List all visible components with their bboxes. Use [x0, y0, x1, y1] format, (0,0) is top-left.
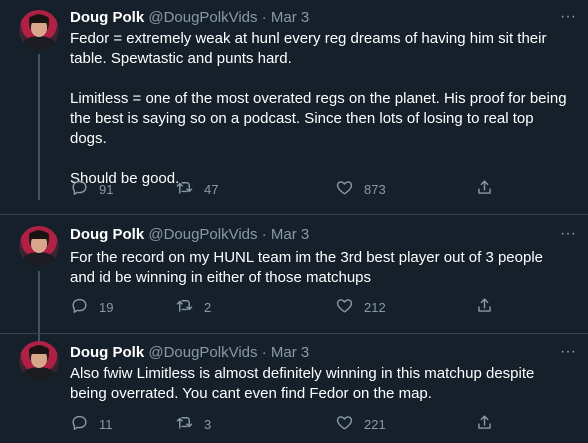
- retweet-count: 3: [204, 416, 212, 432]
- share-button[interactable]: [475, 297, 494, 317]
- tweet-actions: 19 2 212: [70, 297, 510, 317]
- separator: ·: [261, 226, 267, 243]
- separator: ·: [261, 9, 267, 26]
- author-name[interactable]: Doug Polk: [70, 226, 144, 243]
- reply-button[interactable]: 19: [70, 297, 113, 317]
- heart-icon: [335, 178, 354, 200]
- author-handle[interactable]: @DougPolkVids: [148, 9, 257, 26]
- tweet-actions: 11 3 221: [70, 414, 510, 434]
- tweet-thread: Doug Polk @DougPolkVids · Mar 3 ··· Fedo…: [0, 0, 588, 443]
- avatar[interactable]: [19, 341, 59, 381]
- tweet-actions: 91 47 873: [70, 179, 510, 199]
- retweet-button[interactable]: 47: [175, 179, 218, 199]
- share-icon: [475, 178, 494, 200]
- like-button[interactable]: 212: [335, 297, 386, 317]
- reply-button[interactable]: 11: [70, 414, 113, 434]
- tweet-paragraph: For the record on my HUNL team im the 3r…: [70, 249, 544, 286]
- avatar[interactable]: [19, 10, 59, 50]
- tweet-paragraph: Limitless = one of the most overated reg…: [70, 90, 567, 147]
- share-button[interactable]: [475, 414, 494, 434]
- reply-count: 11: [99, 416, 113, 432]
- divider: [0, 333, 588, 334]
- tweet-paragraph: Fedor = extremely weak at hunl every reg…: [70, 30, 547, 67]
- retweet-icon: [175, 178, 194, 200]
- more-icon[interactable]: ···: [558, 224, 578, 244]
- more-icon[interactable]: ···: [558, 7, 578, 27]
- share-icon: [475, 413, 494, 435]
- reply-icon: [70, 178, 89, 200]
- reply-icon: [70, 413, 89, 435]
- reply-count: 19: [99, 299, 114, 315]
- separator: ·: [261, 344, 267, 361]
- tweet-header: Doug Polk @DougPolkVids · Mar 3: [70, 8, 309, 28]
- tweet-date[interactable]: Mar 3: [271, 344, 309, 361]
- retweet-button[interactable]: 2: [175, 297, 211, 317]
- author-name[interactable]: Doug Polk: [70, 9, 144, 26]
- retweet-count: 47: [204, 181, 219, 197]
- retweet-icon: [175, 296, 194, 318]
- author-handle[interactable]: @DougPolkVids: [148, 344, 257, 361]
- like-count: 221: [364, 416, 386, 432]
- tweet-paragraph: Also fwiw Limitless is almost definitely…: [70, 365, 535, 402]
- tweet-text: Also fwiw Limitless is almost definitely…: [70, 364, 570, 404]
- author-handle[interactable]: @DougPolkVids: [148, 226, 257, 243]
- thread-line: [38, 54, 40, 200]
- reply-count: 91: [99, 181, 114, 197]
- tweet-header: Doug Polk @DougPolkVids · Mar 3: [70, 225, 309, 245]
- retweet-icon: [175, 413, 194, 435]
- share-button[interactable]: [475, 179, 494, 199]
- tweet-text: For the record on my HUNL team im the 3r…: [70, 248, 570, 288]
- avatar[interactable]: [19, 226, 59, 266]
- tweet-header: Doug Polk @DougPolkVids · Mar 3: [70, 343, 309, 363]
- retweet-button[interactable]: 3: [175, 414, 211, 434]
- author-name[interactable]: Doug Polk: [70, 344, 144, 361]
- divider: [0, 214, 588, 215]
- share-icon: [475, 296, 494, 318]
- like-count: 873: [364, 181, 386, 197]
- like-button[interactable]: 873: [335, 179, 386, 199]
- tweet-date[interactable]: Mar 3: [271, 226, 309, 243]
- reply-icon: [70, 296, 89, 318]
- tweet-text: Fedor = extremely weak at hunl every reg…: [70, 29, 570, 189]
- retweet-count: 2: [204, 299, 212, 315]
- heart-icon: [335, 413, 354, 435]
- heart-icon: [335, 296, 354, 318]
- tweet-date[interactable]: Mar 3: [271, 9, 309, 26]
- like-button[interactable]: 221: [335, 414, 386, 434]
- more-icon[interactable]: ···: [558, 342, 578, 362]
- reply-button[interactable]: 91: [70, 179, 113, 199]
- like-count: 212: [364, 299, 386, 315]
